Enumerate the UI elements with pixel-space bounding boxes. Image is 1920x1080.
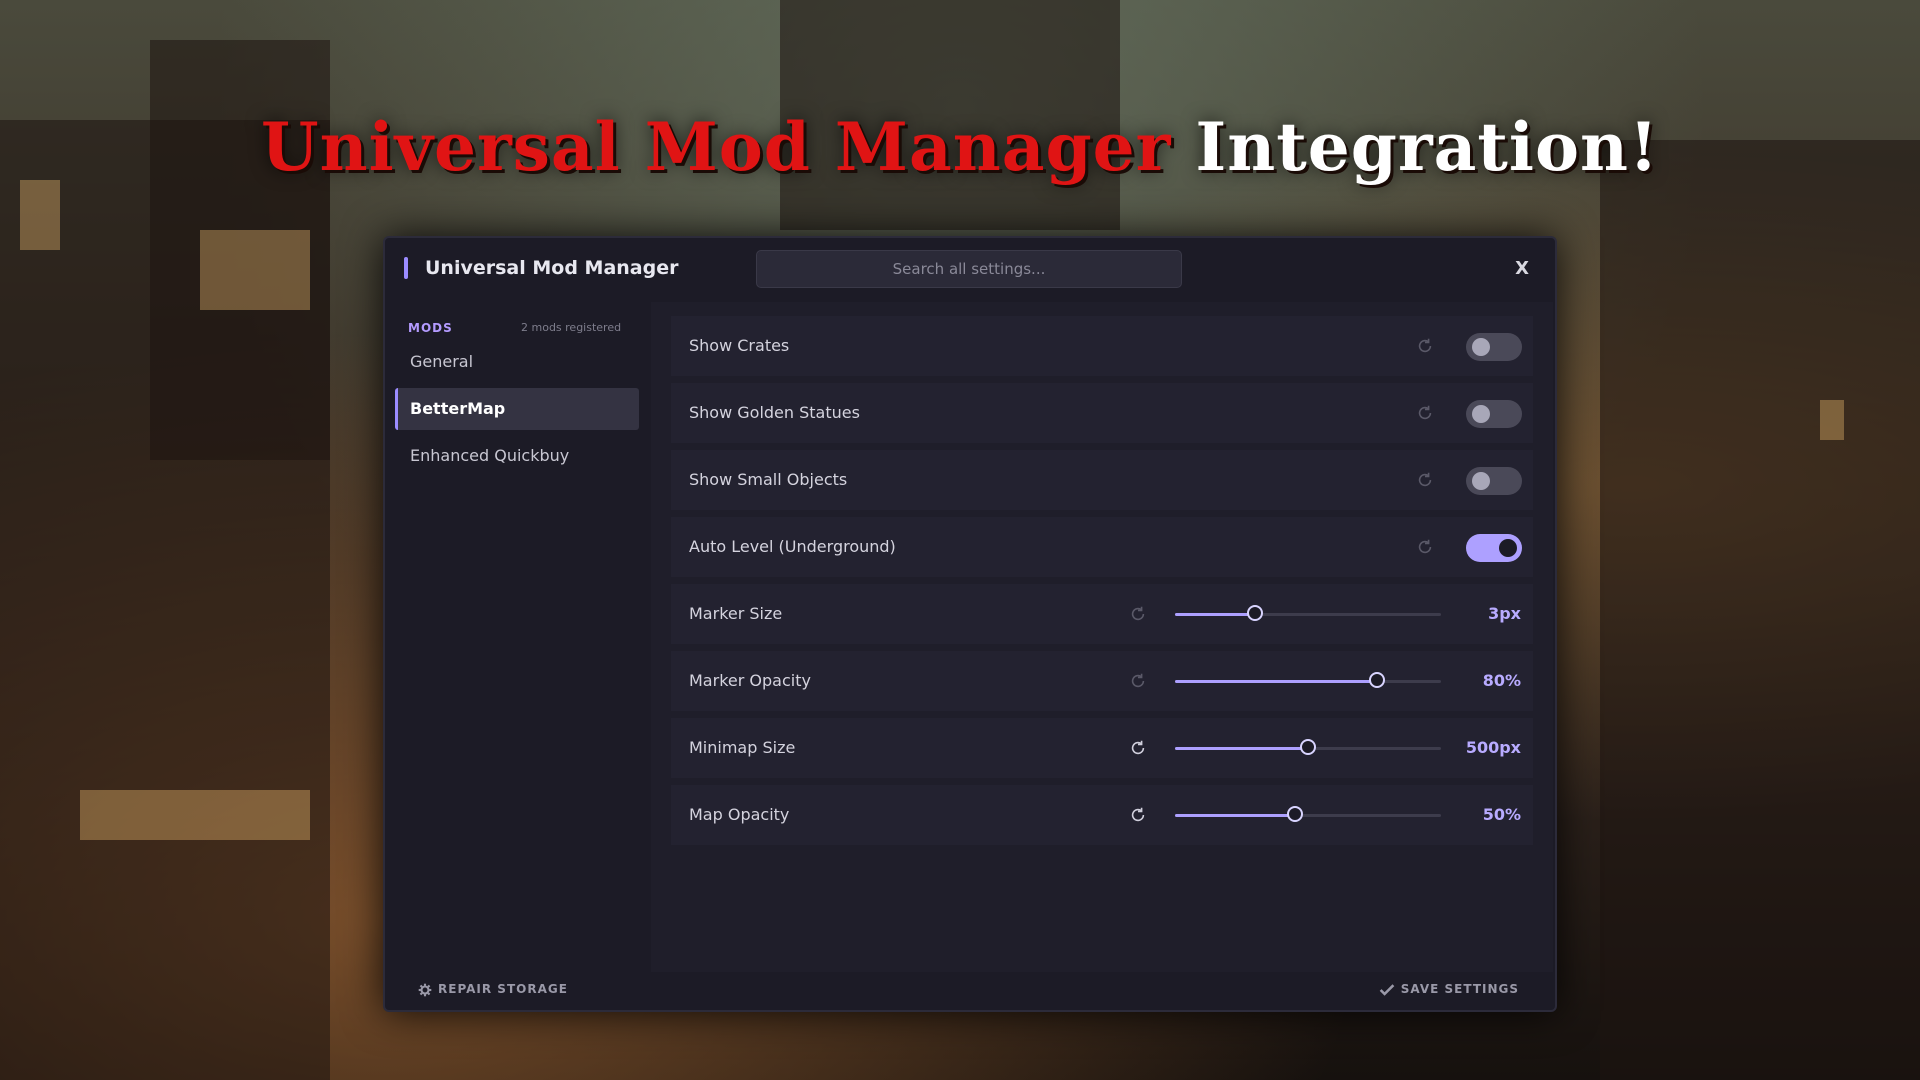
slider-value: 3px <box>1488 604 1521 623</box>
title-accent-bar <box>404 257 408 279</box>
slider-thumb[interactable] <box>1286 806 1303 822</box>
refresh-icon[interactable] <box>1129 806 1147 824</box>
mods-sidebar: MODS 2 mods registered General BetterMap… <box>385 302 651 968</box>
setting-row: Marker Opacity 80% <box>671 651 1533 711</box>
setting-label: Show Crates <box>689 336 790 355</box>
toggle-switch[interactable] <box>1466 333 1522 361</box>
lit-window <box>80 790 310 840</box>
sidebar-item-enhanced-quickbuy[interactable]: Enhanced Quickbuy <box>395 435 639 477</box>
refresh-icon[interactable] <box>1129 672 1147 690</box>
slider-fill <box>1175 680 1378 683</box>
setting-label: Marker Size <box>689 604 783 623</box>
refresh-icon[interactable] <box>1416 404 1434 422</box>
setting-row: Show Crates <box>671 316 1533 376</box>
repair-storage-button[interactable]: REPAIR STORAGE <box>418 982 568 997</box>
setting-label: Auto Level (Underground) <box>689 537 896 556</box>
toggle-knob <box>1472 472 1490 490</box>
setting-label: Show Golden Statues <box>689 403 860 422</box>
slider-fill <box>1175 613 1255 616</box>
slider-track[interactable] <box>1175 605 1441 621</box>
setting-label: Show Small Objects <box>689 470 848 489</box>
toggle-knob <box>1472 405 1490 423</box>
toggle-knob <box>1499 539 1517 557</box>
slider-track[interactable] <box>1175 739 1441 755</box>
setting-label: Marker Opacity <box>689 671 811 690</box>
setting-label: Map Opacity <box>689 805 790 824</box>
mod-manager-window: Universal Mod Manager X MODS 2 mods regi… <box>383 236 1557 1012</box>
window-title: Universal Mod Manager <box>425 257 679 279</box>
slider-thumb[interactable] <box>1369 672 1386 688</box>
slider-track[interactable] <box>1175 806 1441 822</box>
title-bar: Universal Mod Manager X <box>385 238 1555 302</box>
save-settings-button[interactable]: SAVE SETTINGS <box>1379 982 1519 997</box>
toggle-knob <box>1472 338 1490 356</box>
toggle-switch[interactable] <box>1466 534 1522 562</box>
footer-bar: REPAIR STORAGE SAVE SETTINGS <box>385 972 1555 1010</box>
toggle-switch[interactable] <box>1466 400 1522 428</box>
building-silhouette <box>1600 140 1920 1080</box>
setting-row: Show Golden Statues <box>671 383 1533 443</box>
setting-label: Minimap Size <box>689 738 796 757</box>
setting-row: Map Opacity 50% <box>671 785 1533 845</box>
close-button[interactable]: X <box>1515 258 1529 279</box>
setting-row: Show Small Objects <box>671 450 1533 510</box>
slider-fill <box>1175 747 1308 750</box>
sidebar-item-general[interactable]: General <box>395 341 639 383</box>
mods-section-label: MODS <box>408 321 453 335</box>
setting-row: Marker Size 3px <box>671 584 1533 644</box>
checkmark-icon <box>1379 983 1395 996</box>
setting-row: Auto Level (Underground) <box>671 517 1533 577</box>
save-settings-label: SAVE SETTINGS <box>1400 982 1519 996</box>
lit-window <box>200 230 310 310</box>
slider-value: 80% <box>1482 671 1521 690</box>
search-input[interactable] <box>756 250 1182 288</box>
slider-thumb[interactable] <box>1246 605 1263 621</box>
headline: Universal Mod Manager Integration! <box>0 108 1920 186</box>
refresh-icon[interactable] <box>1416 471 1434 489</box>
lit-window <box>20 180 60 250</box>
slider-fill <box>1175 814 1295 817</box>
settings-panel: Show Crates Show Golden Statues Show Sma… <box>651 302 1553 972</box>
sidebar-item-bettermap[interactable]: BetterMap <box>395 388 639 430</box>
slider-thumb[interactable] <box>1300 739 1316 755</box>
lit-window <box>1820 400 1844 440</box>
slider-track[interactable] <box>1175 672 1441 688</box>
repair-storage-label: REPAIR STORAGE <box>438 982 568 996</box>
refresh-icon[interactable] <box>1129 605 1147 623</box>
refresh-icon[interactable] <box>1416 538 1434 556</box>
gear-icon <box>418 983 432 996</box>
headline-white-text: Integration! <box>1195 108 1659 186</box>
refresh-icon[interactable] <box>1416 337 1434 355</box>
refresh-icon[interactable] <box>1129 739 1147 757</box>
mods-count: 2 mods registered <box>521 321 622 334</box>
slider-value: 50% <box>1482 805 1521 824</box>
slider-value: 500px <box>1465 738 1521 757</box>
setting-row: Minimap Size 500px <box>671 718 1533 778</box>
headline-red-text: Universal Mod Manager <box>261 108 1172 186</box>
toggle-switch[interactable] <box>1466 467 1522 495</box>
